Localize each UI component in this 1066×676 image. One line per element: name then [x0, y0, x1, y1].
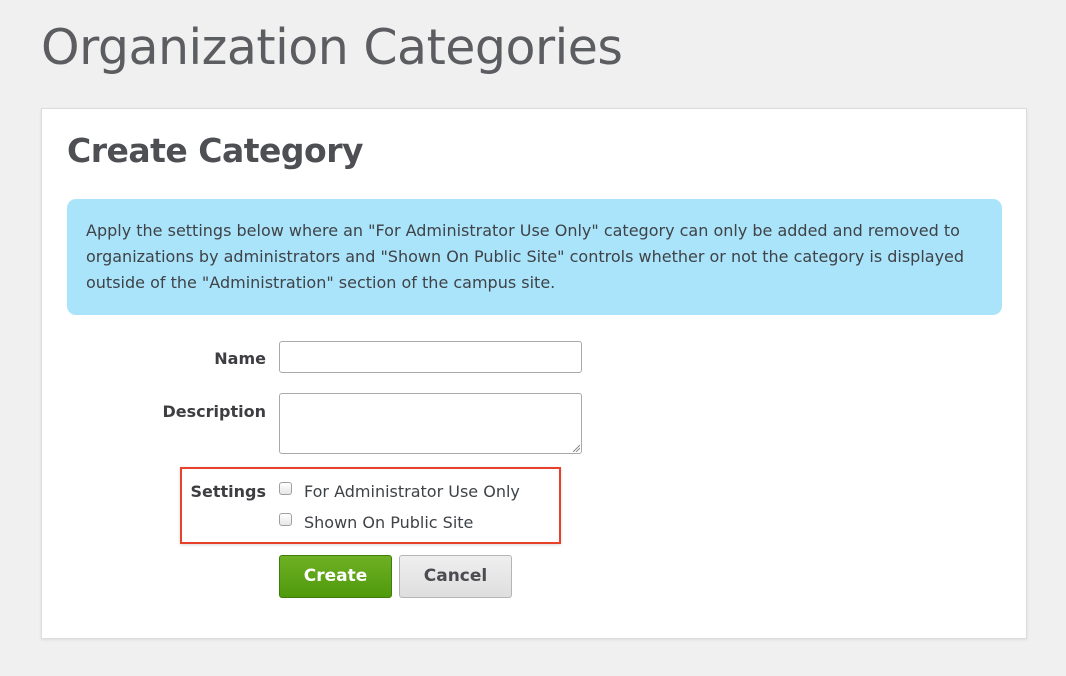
name-input[interactable]: [279, 341, 582, 373]
description-label: Description: [162, 402, 266, 421]
resize-grip-icon[interactable]: [572, 444, 580, 452]
page-title: Organization Categories: [41, 19, 623, 76]
description-textarea[interactable]: [279, 393, 582, 454]
settings-label: Settings: [190, 482, 266, 501]
public-site-label[interactable]: Shown On Public Site: [304, 513, 473, 533]
setting-admin-only[interactable]: For Administrator Use Only: [279, 481, 520, 503]
page: Organization Categories Create Category …: [0, 0, 1066, 676]
admin-only-label[interactable]: For Administrator Use Only: [304, 482, 520, 502]
info-message-text: Apply the settings below where an "For A…: [86, 221, 965, 292]
info-message: Apply the settings below where an "For A…: [67, 199, 1002, 315]
create-category-panel: Create Category Apply the settings below…: [41, 108, 1027, 639]
admin-only-checkbox[interactable]: [279, 481, 292, 495]
setting-public-site[interactable]: Shown On Public Site: [279, 512, 473, 534]
public-site-checkbox[interactable]: [279, 512, 292, 526]
cancel-button[interactable]: Cancel: [399, 555, 512, 598]
create-button[interactable]: Create: [279, 555, 392, 598]
panel-title: Create Category: [67, 131, 364, 170]
name-label: Name: [214, 349, 266, 368]
